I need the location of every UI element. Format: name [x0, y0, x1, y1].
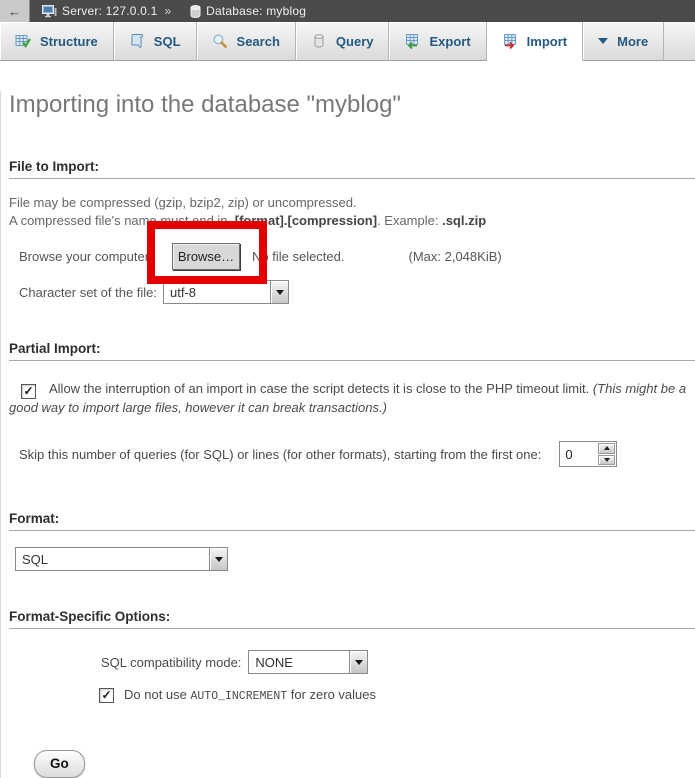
auto-increment-row: ✓ Do not use AUTO_INCREMENT for zero val… [99, 687, 695, 703]
database-icon [190, 5, 201, 18]
tab-label: More [617, 34, 648, 49]
breadcrumb-server-link[interactable]: Server: 127.0.0.1 [62, 4, 157, 18]
sql-compatibility-select[interactable]: NONE [248, 650, 368, 674]
tab-label: Search [237, 34, 280, 49]
skip-queries-value: 0 [560, 442, 597, 466]
skip-queries-label: Skip this number of queries (for SQL) or… [19, 447, 541, 462]
tab-label: Export [429, 34, 470, 49]
tab-label: SQL [154, 34, 181, 49]
skip-queries-input[interactable]: 0 [559, 441, 617, 467]
breadcrumb-separator: » [164, 4, 171, 18]
tab-query[interactable]: Query [296, 22, 390, 61]
chevron-down-icon [598, 38, 608, 44]
auto-increment-label: Do not use AUTO_INCREMENT for zero value… [124, 687, 376, 703]
breadcrumb-database-link[interactable]: Database: myblog [206, 4, 306, 18]
spinner-buttons [597, 442, 616, 466]
section-heading-file-to-import: File to Import: [9, 159, 695, 179]
back-arrow-icon: ← [8, 4, 21, 19]
compression-format-pattern: .[format].[compression] [231, 213, 377, 228]
tab-label: Query [336, 34, 374, 49]
charset-label: Character set of the file: [19, 285, 157, 300]
compression-info-text: File may be compressed (gzip, bzip2, zip… [9, 194, 695, 230]
format-dropdown-button[interactable] [209, 548, 227, 570]
section-heading-partial-import: Partial Import: [9, 341, 695, 361]
tab-structure[interactable]: Structure [0, 22, 114, 61]
browse-label: Browse your computer: [19, 249, 164, 264]
auto-increment-label-suffix: for zero values [287, 687, 376, 702]
allow-interrupt-row: ✓ Allow the interruption of an import in … [9, 380, 687, 417]
sql-compatibility-label: SQL compatibility mode: [101, 655, 241, 670]
file-upload-row: Browse your computer: Browse… No file se… [19, 243, 695, 270]
export-icon [404, 33, 420, 49]
allow-interrupt-label: Allow the interruption of an import in c… [49, 381, 593, 396]
tab-label: Import [527, 34, 567, 49]
tab-bar-filler [664, 22, 695, 61]
breadcrumb: ← Server: 127.0.0.1 » Database: myblog [0, 0, 695, 22]
import-icon [502, 33, 518, 49]
dropdown-arrow-icon [276, 290, 284, 295]
structure-icon [15, 33, 31, 49]
page-title: Importing into the database "myblog" [9, 91, 695, 119]
spinner-down-button[interactable] [598, 455, 615, 466]
main-content: Importing into the database "myblog" Fil… [0, 91, 695, 778]
server-icon [42, 4, 57, 18]
charset-dropdown-button[interactable] [270, 281, 288, 303]
compression-line2-prefix: A compressed file's name must end in [9, 213, 231, 228]
tab-label: Structure [40, 34, 98, 49]
auto-increment-label-prefix: Do not use [124, 687, 191, 702]
tab-import[interactable]: Import [487, 22, 583, 61]
query-icon [311, 33, 327, 49]
no-file-selected-text: No file selected. [252, 249, 345, 264]
spinner-up-icon [604, 446, 610, 450]
compression-line1: File may be compressed (gzip, bzip2, zip… [9, 195, 357, 210]
sql-icon [129, 33, 145, 49]
phpmyadmin-import-page: { "breadcrumb": { "back_arrow": "←", "se… [0, 0, 695, 716]
section-heading-format: Format: [9, 511, 695, 531]
auto-increment-code: AUTO_INCREMENT [191, 690, 288, 703]
auto-increment-checkbox[interactable]: ✓ [99, 688, 114, 703]
tab-search[interactable]: Search [197, 22, 296, 61]
spinner-down-icon [604, 458, 610, 462]
sql-compatibility-row: SQL compatibility mode: NONE [101, 650, 695, 674]
spinner-up-button[interactable] [598, 443, 615, 454]
allow-interrupt-checkbox[interactable]: ✓ [21, 384, 36, 399]
section-heading-format-specific: Format-Specific Options: [9, 609, 695, 629]
charset-row: Character set of the file: utf-8 [19, 280, 695, 304]
charset-selected-value: utf-8 [164, 281, 270, 303]
compat-dropdown-button[interactable] [349, 651, 367, 673]
dropdown-arrow-icon [215, 557, 223, 562]
tab-more[interactable]: More [583, 22, 664, 61]
tab-bar: Structure SQL Search Query Export Import… [0, 22, 695, 61]
compression-line2-mid: . Example: [377, 213, 442, 228]
back-button[interactable]: ← [0, 0, 30, 22]
compression-example: .sql.zip [442, 213, 486, 228]
search-icon [212, 33, 228, 49]
tab-sql[interactable]: SQL [114, 22, 197, 61]
go-button[interactable]: Go [34, 750, 85, 778]
sql-compatibility-value: NONE [249, 651, 349, 673]
charset-select[interactable]: utf-8 [163, 280, 289, 304]
browse-button[interactable]: Browse… [172, 243, 240, 270]
skip-queries-row: Skip this number of queries (for SQL) or… [19, 441, 695, 467]
tab-export[interactable]: Export [389, 22, 486, 61]
dropdown-arrow-icon [355, 660, 363, 665]
format-select[interactable]: SQL [15, 547, 228, 571]
format-selected-value: SQL [16, 548, 209, 570]
max-upload-size-text: (Max: 2,048KiB) [409, 249, 502, 264]
